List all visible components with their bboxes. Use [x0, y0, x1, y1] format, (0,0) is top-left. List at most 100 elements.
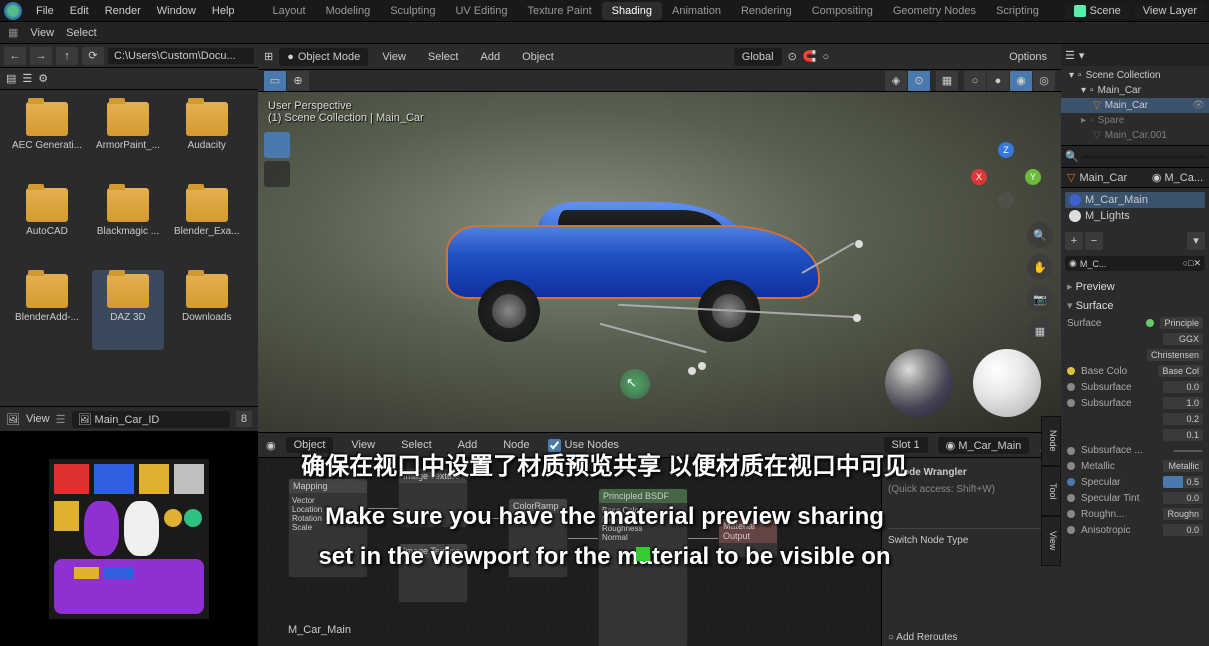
- display-mode-icon[interactable]: ▤: [6, 72, 16, 85]
- node-output[interactable]: Material Output: [718, 518, 778, 558]
- node-editor-icon[interactable]: ◉: [266, 439, 276, 452]
- workspace-tab-sculpting[interactable]: Sculpting: [380, 2, 445, 20]
- node-material-selector[interactable]: ◉ M_Car_Main: [938, 437, 1030, 454]
- prop-value[interactable]: Base Col: [1158, 365, 1203, 377]
- mode-selector[interactable]: ● Object Mode: [279, 48, 368, 66]
- folder-item[interactable]: AEC Generati...: [8, 98, 86, 178]
- nav-back-button[interactable]: ←: [4, 47, 26, 65]
- outliner-icon[interactable]: ☰: [1065, 49, 1075, 62]
- subsurface-method-value[interactable]: Christensen: [1147, 349, 1203, 361]
- nav-up-button[interactable]: ↑: [56, 47, 78, 65]
- tree-row[interactable]: ▾ ▫ Main_Car: [1061, 83, 1209, 98]
- xray-icon[interactable]: ▦: [936, 71, 958, 91]
- menu-help[interactable]: Help: [204, 5, 243, 17]
- use-nodes-checkbox[interactable]: Use Nodes: [548, 439, 619, 452]
- orientation-selector[interactable]: Global: [734, 48, 782, 66]
- surface-shader-value[interactable]: Principle: [1160, 317, 1203, 329]
- z-axis-icon[interactable]: Z: [998, 142, 1014, 158]
- node-texture[interactable]: Image Texture: [398, 468, 468, 528]
- viewport-object-menu[interactable]: Object: [514, 49, 562, 65]
- header2-select[interactable]: Select: [66, 27, 97, 39]
- nw-switch-type[interactable]: Switch Node Type: [888, 528, 1055, 549]
- color-swatch[interactable]: [1173, 450, 1203, 452]
- gizmo-toggle-icon[interactable]: ◈: [885, 71, 907, 91]
- nav-refresh-button[interactable]: ⟳: [82, 47, 104, 65]
- outliner-search-input[interactable]: [1083, 155, 1205, 159]
- node-view-menu[interactable]: View: [343, 437, 383, 453]
- select-box-tool[interactable]: [264, 132, 290, 158]
- folder-item[interactable]: AutoCAD: [8, 184, 86, 264]
- node-editor-area[interactable]: MappingVectorLocationRotationScale Image…: [258, 458, 1061, 646]
- filebrowser-editor-icon[interactable]: ▦: [8, 26, 18, 39]
- folder-item[interactable]: ArmorPaint_...: [92, 98, 164, 178]
- distribution-value[interactable]: GGX: [1163, 333, 1203, 345]
- options-button[interactable]: Options: [1001, 49, 1055, 65]
- node-principled[interactable]: Principled BSDFBase ColorMetallicRoughne…: [598, 488, 688, 646]
- select-tool-icon[interactable]: ▭: [264, 71, 286, 91]
- viewport-select-menu[interactable]: Select: [420, 49, 467, 65]
- workspace-tab-geometry-nodes[interactable]: Geometry Nodes: [883, 2, 986, 20]
- use-nodes-input[interactable]: [548, 439, 561, 452]
- cursor-tool[interactable]: [264, 161, 290, 187]
- prop-value[interactable]: 0.0: [1163, 524, 1203, 536]
- node-select-menu[interactable]: Select: [393, 437, 440, 453]
- node-add-menu[interactable]: Add: [450, 437, 486, 453]
- nav-forward-button[interactable]: →: [30, 47, 52, 65]
- nw-add-reroutes[interactable]: Add Reroutes: [896, 632, 957, 643]
- workspace-tab-shading[interactable]: Shading: [602, 2, 662, 20]
- material-name-selector[interactable]: ◉ M_C... ○□✕: [1065, 256, 1205, 271]
- filter-icon[interactable]: ☰: [22, 72, 32, 85]
- uv-viewport[interactable]: [0, 431, 258, 646]
- editor-type-icon[interactable]: ⊞: [264, 50, 273, 63]
- zoom-icon[interactable]: 🔍: [1027, 222, 1053, 248]
- preview-section-header[interactable]: Preview: [1067, 277, 1203, 296]
- viewlayer-selector[interactable]: View Layer: [1135, 3, 1205, 19]
- solid-shading-icon[interactable]: ●: [987, 71, 1009, 91]
- workspace-tab-compositing[interactable]: Compositing: [802, 2, 883, 20]
- material-shading-icon[interactable]: ◉: [1010, 71, 1032, 91]
- surface-section-header[interactable]: Surface: [1067, 296, 1203, 315]
- wireframe-shading-icon[interactable]: ○: [964, 71, 986, 91]
- pivot-icon[interactable]: ⊙: [788, 50, 797, 63]
- folder-item[interactable]: DAZ 3D: [92, 270, 164, 350]
- menu-render[interactable]: Render: [97, 5, 149, 17]
- tree-row[interactable]: ▸ ▫ Spare: [1061, 113, 1209, 128]
- prop-value[interactable]: 0.5: [1163, 476, 1203, 488]
- viewport-add-menu[interactable]: Add: [472, 49, 508, 65]
- snap-icon[interactable]: 🧲: [803, 50, 817, 63]
- node-menu[interactable]: Node: [495, 437, 537, 453]
- workspace-tab-texture-paint[interactable]: Texture Paint: [517, 2, 601, 20]
- prop-value[interactable]: 0.2: [1163, 413, 1203, 425]
- folder-item[interactable]: Downloads: [170, 270, 244, 350]
- pan-icon[interactable]: ✋: [1027, 254, 1053, 280]
- folder-item[interactable]: BlenderAdd-...: [8, 270, 86, 350]
- prop-value[interactable]: Roughn: [1163, 508, 1203, 520]
- node-colorramp[interactable]: ColorRamp: [508, 498, 568, 578]
- image-view-menu[interactable]: View: [26, 413, 50, 425]
- prop-value[interactable]: 0.0: [1163, 381, 1203, 393]
- proportional-icon[interactable]: ○: [823, 51, 830, 63]
- prop-value[interactable]: 0.0: [1163, 492, 1203, 504]
- breadcrumb-object[interactable]: Main_Car: [1079, 172, 1127, 184]
- slot-selector[interactable]: Slot 1: [884, 437, 928, 453]
- workspace-tab-modeling[interactable]: Modeling: [316, 2, 381, 20]
- add-material-button[interactable]: +: [1065, 232, 1083, 250]
- folder-item[interactable]: Blackmagic ...: [92, 184, 164, 264]
- filter-icon[interactable]: ▾: [1079, 49, 1085, 62]
- perspective-toggle-icon[interactable]: ▦: [1027, 318, 1053, 344]
- menu-edit[interactable]: Edit: [62, 5, 97, 17]
- cursor-tool-icon[interactable]: ⊕: [287, 71, 309, 91]
- shader-type-selector[interactable]: Object: [286, 437, 334, 453]
- prop-value[interactable]: Metallic: [1163, 460, 1203, 472]
- workspace-tab-animation[interactable]: Animation: [662, 2, 731, 20]
- breadcrumb-material[interactable]: M_Ca...: [1164, 172, 1203, 184]
- car-mesh-object[interactable]: [438, 192, 828, 342]
- menu-file[interactable]: File: [28, 5, 62, 17]
- tree-row[interactable]: ▽ Main_Car 👁: [1061, 98, 1209, 113]
- prop-value[interactable]: 0.1: [1163, 429, 1203, 441]
- tree-row[interactable]: ▾ ▫ Scene Collection: [1061, 68, 1209, 83]
- side-tab-node[interactable]: Node: [1041, 416, 1061, 466]
- side-tab-tool[interactable]: Tool: [1041, 466, 1061, 516]
- header2-view[interactable]: View: [30, 27, 54, 39]
- settings-icon[interactable]: ⚙: [38, 72, 48, 85]
